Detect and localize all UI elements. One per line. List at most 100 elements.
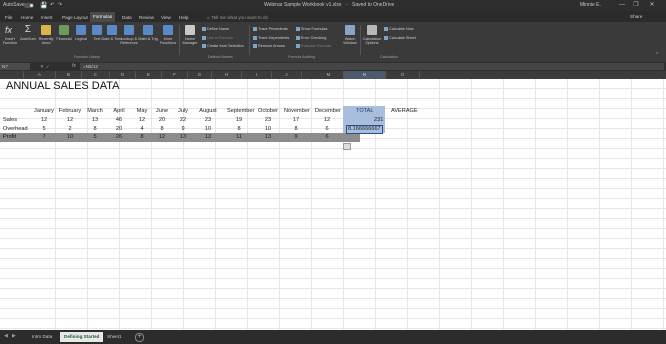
formula-input[interactable]: =N5/12 xyxy=(80,63,664,70)
column-header[interactable]: I xyxy=(242,71,272,79)
tab-formulas[interactable]: Formulas xyxy=(90,12,116,22)
save-icon[interactable]: 💾 xyxy=(40,2,47,9)
undo-icon[interactable]: ↶ xyxy=(50,2,54,8)
show-formulas-button[interactable]: Show Formulas xyxy=(296,27,327,31)
sales-cell[interactable]: 23 xyxy=(196,116,220,125)
sales-cell[interactable]: 13 xyxy=(83,116,107,125)
define-name-button[interactable]: Define Name xyxy=(202,27,229,31)
restore-icon[interactable]: ❐ xyxy=(630,1,642,10)
sales-cell[interactable]: 12 xyxy=(32,116,56,125)
average-header[interactable]: AVERAGE xyxy=(391,107,418,116)
tab-review[interactable]: Review xyxy=(136,13,157,22)
collapse-ribbon-icon[interactable]: ⌃ xyxy=(655,52,659,58)
sales-cell[interactable]: 23 xyxy=(256,116,280,125)
insert-function-fx-icon[interactable]: fx xyxy=(72,63,76,70)
scroll-tabs-right-icon[interactable]: ▶ xyxy=(12,333,16,339)
sales-cell[interactable]: 12 xyxy=(315,116,339,125)
column-header[interactable]: G xyxy=(188,71,212,79)
profit-cell[interactable]: 26 xyxy=(107,133,131,142)
calculate-now-label: Calculate Now xyxy=(389,27,414,31)
month-header[interactable]: July xyxy=(171,107,195,116)
sheet-tab-defining-started[interactable]: Defining Started xyxy=(60,332,104,342)
profit-cell[interactable]: 6 xyxy=(315,133,339,142)
name-manager-button[interactable]: Name Manager xyxy=(181,25,199,55)
error-checking-button[interactable]: Error Checking xyxy=(296,36,326,40)
column-header[interactable]: F xyxy=(162,71,188,79)
sheet-title[interactable]: ANNUAL SALES DATA xyxy=(6,80,120,92)
column-header[interactable]: H xyxy=(212,71,242,79)
sheet-tab-sheet1[interactable]: Sheet1 xyxy=(103,332,126,342)
close-icon[interactable]: ✕ xyxy=(646,1,658,10)
month-header[interactable]: January xyxy=(32,107,56,116)
month-header[interactable]: February xyxy=(58,107,82,116)
tab-home[interactable]: Home xyxy=(18,13,36,22)
scroll-tabs-left-icon[interactable]: ◀ xyxy=(4,333,8,339)
profit-cell[interactable]: 13 xyxy=(171,133,195,142)
month-header[interactable]: April xyxy=(107,107,131,116)
profit-cell[interactable]: 7 xyxy=(32,133,56,142)
overhead-total-cell[interactable]: 8.166666667 xyxy=(346,125,383,134)
sales-cell[interactable]: 46 xyxy=(107,116,131,125)
share-button[interactable]: Share xyxy=(630,12,642,21)
month-header[interactable]: November xyxy=(284,107,310,116)
autosave-toggle[interactable] xyxy=(24,3,34,8)
month-header[interactable]: December xyxy=(315,107,341,116)
remove-arrows-button[interactable]: Remove Arrows xyxy=(253,44,285,48)
column-header[interactable]: O xyxy=(386,71,420,79)
profit-cell[interactable]: 11 xyxy=(227,133,251,142)
tab-data[interactable]: Data xyxy=(119,13,135,22)
column-header[interactable]: D xyxy=(110,71,136,79)
math-trig-button[interactable]: Math & Trig xyxy=(138,25,158,55)
sales-total-cell[interactable]: 231 xyxy=(374,116,383,125)
more-functions-button[interactable]: More Functions xyxy=(159,25,177,55)
sales-cell[interactable]: 19 xyxy=(227,116,251,125)
profit-cell[interactable]: 10 xyxy=(58,133,82,142)
quick-analysis-icon[interactable] xyxy=(343,143,351,150)
add-sheet-icon[interactable]: + xyxy=(135,333,144,342)
profit-cell[interactable]: 13 xyxy=(196,133,220,142)
more-functions-book-icon xyxy=(163,25,173,35)
profit-cell[interactable]: 13 xyxy=(256,133,280,142)
month-header[interactable]: August xyxy=(196,107,220,116)
calculation-options-button[interactable]: Calculation Options xyxy=(363,25,381,55)
tab-page-layout[interactable]: Page Layout xyxy=(59,13,91,22)
user-name[interactable]: Minnie E. xyxy=(580,2,601,8)
column-header[interactable]: A xyxy=(24,71,56,79)
column-header[interactable]: B xyxy=(56,71,82,79)
trace-precedents-button[interactable]: Trace Precedents xyxy=(253,27,288,31)
calculate-sheet-button[interactable]: Calculate Sheet xyxy=(384,36,416,40)
row-label-sales[interactable]: Sales xyxy=(3,116,17,125)
total-header[interactable]: TOTAL xyxy=(356,107,374,116)
month-header[interactable]: September xyxy=(227,107,254,116)
calculate-now-button[interactable]: Calculate Now xyxy=(384,27,413,31)
tell-me-search[interactable]: ☼ Tell me what you want to do xyxy=(206,13,268,22)
name-box[interactable]: N7 xyxy=(0,63,30,70)
minimize-icon[interactable]: — xyxy=(616,1,628,10)
enter-icon[interactable]: ✓ xyxy=(46,64,52,69)
tab-file[interactable]: File xyxy=(2,13,15,22)
column-header[interactable]: J xyxy=(272,71,302,79)
create-from-selection-button[interactable]: Create from Selection xyxy=(202,44,244,48)
sales-cell[interactable]: 22 xyxy=(171,116,195,125)
column-header[interactable]: C xyxy=(82,71,110,79)
tab-view[interactable]: View xyxy=(158,13,174,22)
column-header[interactable]: E xyxy=(136,71,162,79)
column-header-selected[interactable]: N xyxy=(344,71,386,79)
watch-window-button[interactable]: Watch Window xyxy=(341,25,359,55)
redo-icon[interactable]: ↷ xyxy=(58,2,62,8)
profit-cell[interactable]: 5 xyxy=(83,133,107,142)
tab-insert[interactable]: Insert xyxy=(38,13,56,22)
sheet-tab-intro-data[interactable]: Intro Data xyxy=(28,332,56,342)
column-header[interactable]: M xyxy=(314,71,344,79)
sales-cell[interactable]: 12 xyxy=(58,116,82,125)
row-label-profit[interactable]: Profit xyxy=(3,133,16,142)
tab-help[interactable]: Help xyxy=(176,13,191,22)
profit-cell[interactable]: 9 xyxy=(284,133,308,142)
trace-dependents-button[interactable]: Trace Dependents xyxy=(253,36,289,40)
sales-cell[interactable]: 17 xyxy=(284,116,308,125)
month-header[interactable]: March xyxy=(83,107,107,116)
select-all-corner[interactable] xyxy=(0,71,24,79)
month-header[interactable]: October xyxy=(256,107,280,116)
use-in-formula-button[interactable]: Use in Formula xyxy=(202,36,233,40)
evaluate-formula-button[interactable]: Evaluate Formula xyxy=(296,44,331,48)
